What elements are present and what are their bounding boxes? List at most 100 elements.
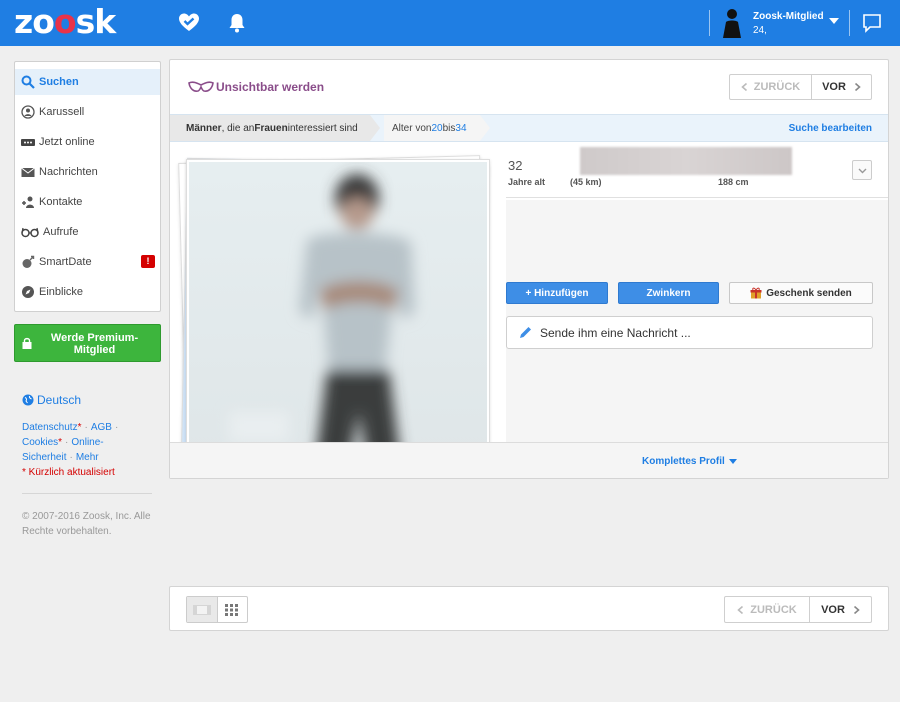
- bell-icon[interactable]: [226, 12, 248, 34]
- copyright: © 2007-2016 Zoosk, Inc. Alle Rechte vorb…: [22, 511, 151, 537]
- sidebar-nav: Suchen Karussell Jetzt online Nachrichte…: [14, 61, 161, 312]
- sidebar-item-einblicke[interactable]: Einblicke: [15, 279, 160, 305]
- header-divider: [709, 10, 710, 36]
- separator-dot: ·: [114, 422, 119, 433]
- premium-upgrade-button[interactable]: Werde Premium- Mitglied: [14, 324, 161, 362]
- message-input[interactable]: Sende ihm eine Nachricht ...: [506, 316, 873, 349]
- updated-star: *: [58, 437, 63, 448]
- profile-age-label: Jahre alt: [508, 177, 546, 187]
- top-bar: zoosk Zoosk-Mitglied 24,: [0, 0, 900, 46]
- full-profile-link[interactable]: Komplettes Profil: [642, 456, 737, 467]
- sidebar-item-label: Kontakte: [39, 196, 83, 208]
- globe-icon: [22, 394, 34, 406]
- single-view-button[interactable]: [187, 597, 218, 622]
- online-safety-link-part2[interactable]: Sicherheit: [22, 452, 66, 463]
- breadcrumb-arrow: [480, 115, 490, 141]
- bottom-pager-panel: ZURÜCK VOR: [169, 586, 889, 631]
- profile-photo-stack[interactable]: [176, 155, 496, 470]
- search-icon: [21, 75, 35, 89]
- updated-star: *: [77, 422, 82, 433]
- envelope-icon: [21, 167, 35, 177]
- sidebar-item-aufrufe[interactable]: Aufrufe: [15, 219, 160, 245]
- sidebar-item-kontakte[interactable]: Kontakte: [15, 189, 160, 215]
- smartdate-icon: [22, 255, 35, 268]
- cookies-link[interactable]: Cookies: [22, 437, 58, 448]
- top-pager: ZURÜCK VOR: [729, 74, 872, 100]
- contacts-icon: [22, 196, 34, 208]
- language-selector[interactable]: Deutsch: [22, 393, 81, 407]
- terms-link[interactable]: AGB: [91, 422, 112, 433]
- pager-back-button[interactable]: ZURÜCK: [730, 75, 812, 99]
- chevron-left-icon: [741, 83, 747, 91]
- smartdate-alert-badge: !: [141, 255, 155, 268]
- photo-card-front: [186, 159, 490, 467]
- more-link[interactable]: Mehr: [76, 452, 99, 463]
- filter-gender[interactable]: Männer, die an Frauen interessiert sind: [170, 115, 370, 141]
- insights-icon: [22, 286, 34, 298]
- pager-forward-button[interactable]: VOR: [812, 75, 871, 99]
- sidebar-item-online[interactable]: Jetzt online: [15, 129, 160, 155]
- profile-age: 32: [508, 158, 523, 173]
- blurred-location: [580, 147, 792, 175]
- incognito-label: Unsichtbar werden: [216, 80, 325, 94]
- incognito-toggle[interactable]: Unsichtbar werden: [188, 80, 324, 94]
- edit-search-link[interactable]: Suche bearbeiten: [789, 123, 872, 134]
- caret-down-icon[interactable]: [829, 18, 839, 24]
- chevron-down-icon: [858, 168, 867, 174]
- separator-dot: ·: [84, 422, 88, 433]
- carousel-icon: [21, 105, 35, 119]
- pager-forward-button[interactable]: VOR: [810, 597, 871, 622]
- sidebar-item-smartdate[interactable]: SmartDate !: [15, 249, 160, 275]
- search-result-panel: Unsichtbar werden ZURÜCK VOR Männer, die…: [169, 59, 889, 479]
- online-icon: [21, 139, 35, 146]
- online-safety-link-part1[interactable]: Online-: [71, 437, 103, 448]
- privacy-link[interactable]: Datenschutz: [22, 422, 78, 433]
- sidebar-divider: [22, 493, 152, 494]
- zoosk-logo[interactable]: zoosk: [14, 2, 116, 41]
- chevron-right-icon: [853, 605, 860, 614]
- user-name[interactable]: Zoosk-Mitglied: [753, 11, 824, 22]
- sidebar-item-label: Aufrufe: [43, 226, 79, 238]
- breadcrumb-arrow: [370, 115, 380, 141]
- sidebar-item-label: SmartDate: [39, 256, 92, 268]
- full-profile-bar: Komplettes Profil: [170, 442, 888, 478]
- user-avatar-icon[interactable]: [720, 8, 744, 38]
- pager-back-button[interactable]: ZURÜCK: [725, 597, 810, 622]
- grid-view-button[interactable]: [218, 597, 248, 622]
- add-button[interactable]: + Hinzufügen: [506, 282, 608, 304]
- chat-icon[interactable]: [862, 13, 882, 33]
- separator-dot: ·: [65, 437, 69, 448]
- single-view-icon: [192, 604, 211, 615]
- sidebar-item-label: Jetzt online: [39, 136, 95, 148]
- sidebar-item-suchen[interactable]: Suchen: [15, 69, 160, 95]
- language-label: Deutsch: [37, 393, 82, 407]
- sidebar-item-label: Suchen: [39, 76, 79, 88]
- profile-stats: 32 Jahre alt (45 km) 188 cm: [506, 142, 888, 198]
- pencil-icon: [520, 327, 531, 338]
- expand-stats-button[interactable]: [852, 160, 872, 180]
- footer-links: Datenschutz* · AGB · Cookies* · Online- Siche…: [22, 420, 154, 480]
- glasses-icon: [21, 227, 39, 238]
- premium-label-line2: Mitglied: [73, 344, 116, 356]
- heart-check-icon[interactable]: [178, 12, 200, 34]
- recently-updated-note: * Kürzlich aktualisiert: [22, 467, 115, 478]
- message-placeholder: Sende ihm eine Nachricht ...: [540, 325, 691, 340]
- wink-button[interactable]: Zwinkern: [618, 282, 719, 304]
- gift-icon: [750, 287, 762, 299]
- premium-label-line1: Werde Premium-: [50, 332, 139, 344]
- separator-dot: ·: [69, 452, 73, 463]
- sidebar-item-nachrichten[interactable]: Nachrichten: [15, 159, 160, 185]
- send-gift-button[interactable]: Geschenk senden: [729, 282, 873, 304]
- logo-heart: o: [53, 2, 77, 41]
- action-area: + Hinzufügen Zwinkern Geschenk senden Se…: [506, 200, 888, 442]
- sidebar-item-karussell[interactable]: Karussell: [15, 99, 160, 125]
- sidebar-item-label: Nachrichten: [39, 166, 98, 178]
- profile-height: 188 cm: [718, 177, 749, 187]
- filter-age[interactable]: Alter von 20 bis 34: [384, 115, 480, 141]
- profile-photo: [189, 162, 487, 464]
- sidebar-item-label: Einblicke: [39, 286, 84, 298]
- search-filter-bar: Männer, die an Frauen interessiert sind …: [170, 114, 888, 142]
- lock-icon: [22, 337, 32, 349]
- bottom-pager: ZURÜCK VOR: [724, 596, 872, 623]
- mask-icon: [188, 81, 214, 92]
